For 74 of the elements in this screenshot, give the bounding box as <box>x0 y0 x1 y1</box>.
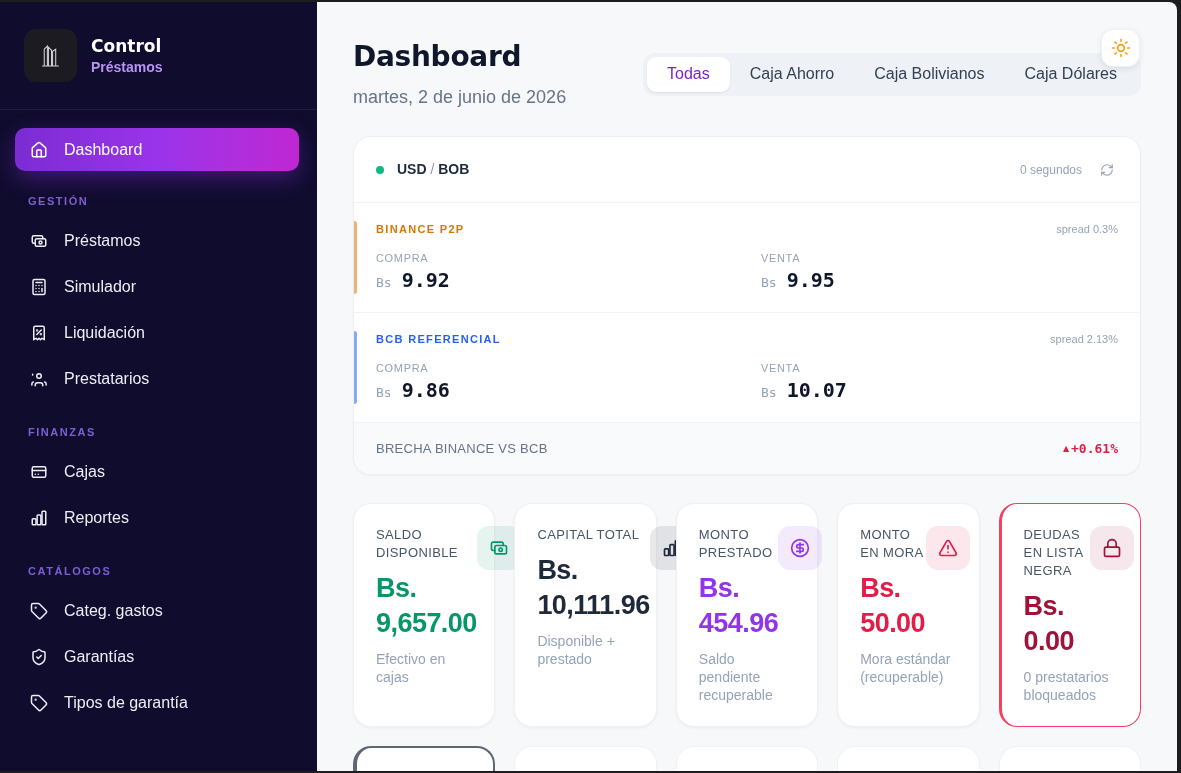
spread-label: spread 2.13% <box>1050 332 1118 347</box>
nav-item[interactable]: Liquidación <box>15 310 299 356</box>
spread-label: spread 0.3% <box>1056 222 1118 237</box>
bar-chart-icon <box>30 509 48 527</box>
tag-icon <box>30 602 48 620</box>
stat-note: 0 prestatarios bloqueados <box>1023 668 1110 704</box>
section-heading: GESTIÓN <box>27 194 90 209</box>
trend-arrow: ▲ <box>1062 443 1070 454</box>
rate-label: COMPRA <box>376 251 429 266</box>
tab[interactable]: Caja Bolivianos <box>854 56 1005 92</box>
sun-icon <box>1110 38 1131 58</box>
stat-value: Bs. 10,111.96 <box>537 554 650 622</box>
page-title: Dashboard <box>353 39 523 75</box>
users-icon <box>30 370 48 388</box>
card-icon <box>30 463 48 481</box>
gap-value: +0.61% <box>1071 439 1118 458</box>
currency-pair: USD / BOB <box>397 160 470 179</box>
logo-icon <box>24 29 77 82</box>
rate-value: 9.92 <box>401 267 450 294</box>
source-name: BINANCE P2P <box>376 222 465 237</box>
lock-icon <box>1089 526 1134 570</box>
refresh-icon <box>1100 162 1114 177</box>
nav-item[interactable]: Garantías <box>15 634 299 680</box>
stat-note: Saldo pendiente recuperable <box>698 650 774 704</box>
stat-note: Mora estándar (recuperable) <box>860 650 952 686</box>
nav-item[interactable]: Categ. gastos <box>15 588 299 634</box>
nav-item[interactable]: Dashboard <box>15 128 299 171</box>
tab[interactable]: Todas <box>647 56 730 92</box>
stat-value: Bs. 454.96 <box>698 572 779 640</box>
calculator-icon <box>30 278 48 296</box>
rate-label: VENTA <box>761 251 801 266</box>
brand-title: Control <box>91 34 163 57</box>
stat-label: MONTO EN MORA <box>860 526 925 562</box>
nav-item[interactable]: Tipos de garantía <box>15 680 299 726</box>
stat-label: CAPITAL TOTAL <box>537 526 641 544</box>
stat-label: MONTO PRESTADO <box>698 526 774 562</box>
stat-value: Bs. 50.00 <box>860 572 927 640</box>
stat-value: Bs. 0.00 <box>1023 590 1075 658</box>
nav-item[interactable]: Reportes <box>15 495 299 541</box>
section-heading: FINANZAS <box>27 425 97 440</box>
stat-value: Bs. 9,657.00 <box>376 572 477 640</box>
shield-check-icon <box>30 648 48 666</box>
source-name: BCB REFERENCIAL <box>376 332 501 347</box>
currency-label: Bs <box>761 384 777 402</box>
rate-value: 9.95 <box>786 267 835 294</box>
rate-label: VENTA <box>761 361 801 376</box>
receipt-icon <box>30 324 48 342</box>
nav-item[interactable]: Cajas <box>15 449 299 495</box>
currency-label: Bs <box>376 274 392 292</box>
brand-subtitle: Préstamos <box>91 57 163 77</box>
page-date: martes, 2 de junio de 2026 <box>353 86 567 109</box>
nav-item[interactable]: Prestatarios <box>15 356 299 402</box>
cash-icon <box>30 232 48 250</box>
tag-icon <box>30 694 48 712</box>
warning-icon <box>926 526 971 570</box>
section-heading: CATÁLOGOS <box>27 564 113 579</box>
gap-label: BRECHA BINANCE VS BCB <box>376 439 548 458</box>
theme-toggle-button[interactable] <box>1101 29 1140 67</box>
stat-note: Disponible + prestado <box>537 632 616 668</box>
stat-label: SALDO DISPONIBLE <box>376 526 459 562</box>
tab[interactable]: Caja Ahorro <box>729 56 855 92</box>
nav-item[interactable]: Préstamos <box>15 218 299 264</box>
nav-item[interactable]: Simulador <box>15 264 299 310</box>
rate-label: COMPRA <box>376 361 429 376</box>
update-time: 0 segundos <box>1019 161 1082 179</box>
rate-value: 10.07 <box>786 377 847 404</box>
rate-value: 9.86 <box>401 377 450 404</box>
stat-note: Efectivo en cajas <box>376 650 447 686</box>
dollar-icon <box>778 526 823 570</box>
home-icon <box>30 140 48 159</box>
currency-label: Bs <box>376 384 392 402</box>
currency-label: Bs <box>761 274 777 292</box>
stat-label: DEUDAS EN LISTA NEGRA <box>1023 526 1084 580</box>
tab[interactable]: Caja Dólares <box>1004 56 1137 92</box>
